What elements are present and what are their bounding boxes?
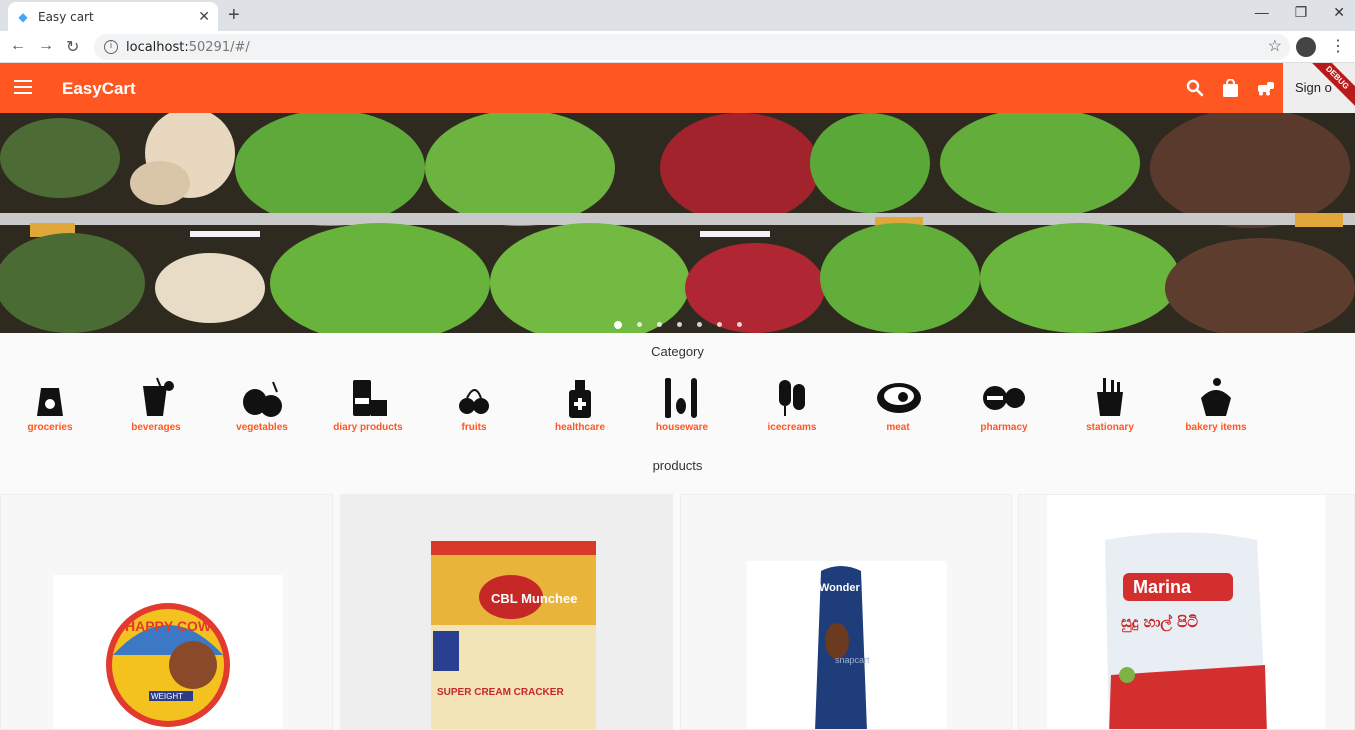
browser-tab[interactable]: ◆ Easy cart ✕ <box>8 2 218 31</box>
hero-carousel[interactable] <box>0 113 1355 333</box>
category-item-healthcare[interactable]: healthcare <box>530 376 630 433</box>
brand-title: EasyCart <box>62 79 136 98</box>
close-tab-icon[interactable]: ✕ <box>198 8 210 25</box>
shopping-bag-icon[interactable] <box>1222 79 1239 98</box>
sign-out-label: Sign o <box>1295 80 1332 95</box>
category-heading: Category <box>651 344 704 359</box>
flour-pack-icon: Marina සුදු හාල් පිටි <box>1105 532 1267 729</box>
category-label: fruits <box>461 422 487 433</box>
category-label: diary products <box>333 422 403 433</box>
grocery-bag-icon <box>27 376 73 418</box>
icecream-bar-icon: Wonder Bar snapcart <box>815 566 882 729</box>
product-card[interactable]: CBL Munchee SUPER CREAM CRACKER <box>340 494 673 730</box>
carousel-dot[interactable] <box>676 322 682 327</box>
product-sub: snapcart <box>835 655 870 665</box>
category-label: meat <box>886 422 910 433</box>
vegetables-banner-image <box>0 113 1355 333</box>
category-item-groceries[interactable]: groceries <box>0 376 100 433</box>
category-label: vegetables <box>236 422 288 433</box>
dairy-icon <box>345 376 391 418</box>
site-info-icon[interactable]: i <box>104 40 118 54</box>
pills-icon <box>981 376 1027 418</box>
product-brand: HAPPY COW <box>125 618 212 634</box>
product-image: HAPPY COW WEIGHT <box>53 575 283 729</box>
category-label: stationary <box>1086 422 1134 433</box>
product-grid: HAPPY COW WEIGHT CBL Munchee SUPER CREAM… <box>0 494 1355 730</box>
sanitizer-icon <box>557 376 603 418</box>
drink-cup-icon <box>133 376 179 418</box>
category-label: houseware <box>655 422 709 433</box>
steak-icon <box>875 376 921 418</box>
category-item-icecreams[interactable]: icecreams <box>742 376 842 433</box>
category-item-beverages[interactable]: beverages <box>106 376 206 433</box>
product-card[interactable]: Marina සුදු හාල් පිටි <box>1018 494 1355 730</box>
url-host: localhost: <box>126 39 189 55</box>
product-sub: සුදු හාල් පිටි <box>1121 613 1198 633</box>
product-card[interactable]: HAPPY COW WEIGHT <box>0 494 333 730</box>
search-icon[interactable] <box>1186 79 1204 97</box>
restore-icon[interactable]: ❐ <box>1295 4 1308 21</box>
product-sub: SUPER CREAM CRACKER <box>437 687 564 698</box>
url-text: localhost:50291/#/ <box>126 40 250 55</box>
category-item-vegetables[interactable]: vegetables <box>212 376 312 433</box>
category-item-diary-products[interactable]: diary products <box>318 376 418 433</box>
url-path: 50291/#/ <box>188 39 250 55</box>
kitchen-utensils-icon <box>659 376 705 418</box>
url-field[interactable]: i localhost:50291/#/ ☆ <box>94 34 1290 60</box>
reload-icon[interactable]: ↻ <box>66 37 79 57</box>
sign-out-button[interactable]: Sign o DEBUG <box>1283 63 1355 113</box>
category-label: healthcare <box>554 422 606 433</box>
product-brand: Marina <box>1133 577 1192 597</box>
carousel-dot[interactable] <box>696 322 702 327</box>
address-bar-row: ← → ↻ i localhost:50291/#/ ☆ ⋮ <box>0 31 1355 63</box>
carousel-dot[interactable] <box>656 322 662 327</box>
carousel-dot[interactable] <box>736 322 742 327</box>
close-window-icon[interactable]: ✕ <box>1333 4 1345 21</box>
icecream-icon <box>769 376 815 418</box>
product-brand: Wonder Bar <box>819 582 882 594</box>
category-item-meat[interactable]: meat <box>848 376 948 433</box>
bookmark-star-icon[interactable]: ☆ <box>1268 36 1282 56</box>
profile-avatar-icon[interactable] <box>1296 37 1316 57</box>
new-tab-icon[interactable]: + <box>228 4 240 27</box>
minimize-icon[interactable]: — <box>1255 4 1269 21</box>
cart-icon[interactable] <box>1256 80 1276 96</box>
category-item-pharmacy[interactable]: pharmacy <box>954 376 1054 433</box>
product-card[interactable]: Wonder Bar snapcart <box>680 494 1012 730</box>
product-sub: WEIGHT <box>151 692 183 701</box>
cherry-icon <box>451 376 497 418</box>
category-item-fruits[interactable]: fruits <box>424 376 524 433</box>
category-label: pharmacy <box>980 422 1028 433</box>
product-brand: CBL Munchee <box>491 591 577 606</box>
flutter-favicon-icon: ◆ <box>18 9 28 24</box>
products-heading: products <box>652 458 703 473</box>
forward-icon[interactable]: → <box>38 37 54 55</box>
category-label: icecreams <box>767 422 817 433</box>
cupcake-icon <box>1193 376 1239 418</box>
category-list: groceries beverages vegetables diary produc… <box>0 376 1355 436</box>
category-item-stationary[interactable]: stationary <box>1060 376 1160 433</box>
carousel-indicators <box>0 321 1355 329</box>
pencil-cup-icon <box>1087 376 1133 418</box>
category-item-bakery-items[interactable]: bakery items <box>1166 376 1266 433</box>
back-icon[interactable]: ← <box>10 37 26 55</box>
cheese-box-icon: HAPPY COW WEIGHT <box>106 603 230 727</box>
carousel-dot[interactable] <box>613 321 622 329</box>
carousel-dot[interactable] <box>636 322 642 327</box>
browser-menu-icon[interactable]: ⋮ <box>1330 36 1346 56</box>
product-image: Marina සුදු හාල් පිටි <box>1047 495 1325 729</box>
tab-title: Easy cart <box>38 9 94 24</box>
category-label: groceries <box>27 422 73 433</box>
browser-tab-strip: ◆ Easy cart ✕ + — ❐ ✕ <box>0 0 1355 31</box>
category-label: beverages <box>131 422 181 433</box>
menu-icon[interactable] <box>14 80 32 94</box>
window-controls: — ❐ ✕ <box>1255 4 1345 21</box>
carousel-dot[interactable] <box>716 322 722 327</box>
category-item-houseware[interactable]: houseware <box>632 376 732 433</box>
vegetables-icon <box>239 376 285 418</box>
product-image: Wonder Bar snapcart <box>747 561 947 729</box>
app-bar: EasyCart Sign o DEBUG <box>0 63 1355 113</box>
product-image: CBL Munchee SUPER CREAM CRACKER <box>431 541 596 729</box>
category-label: bakery items <box>1185 422 1247 433</box>
